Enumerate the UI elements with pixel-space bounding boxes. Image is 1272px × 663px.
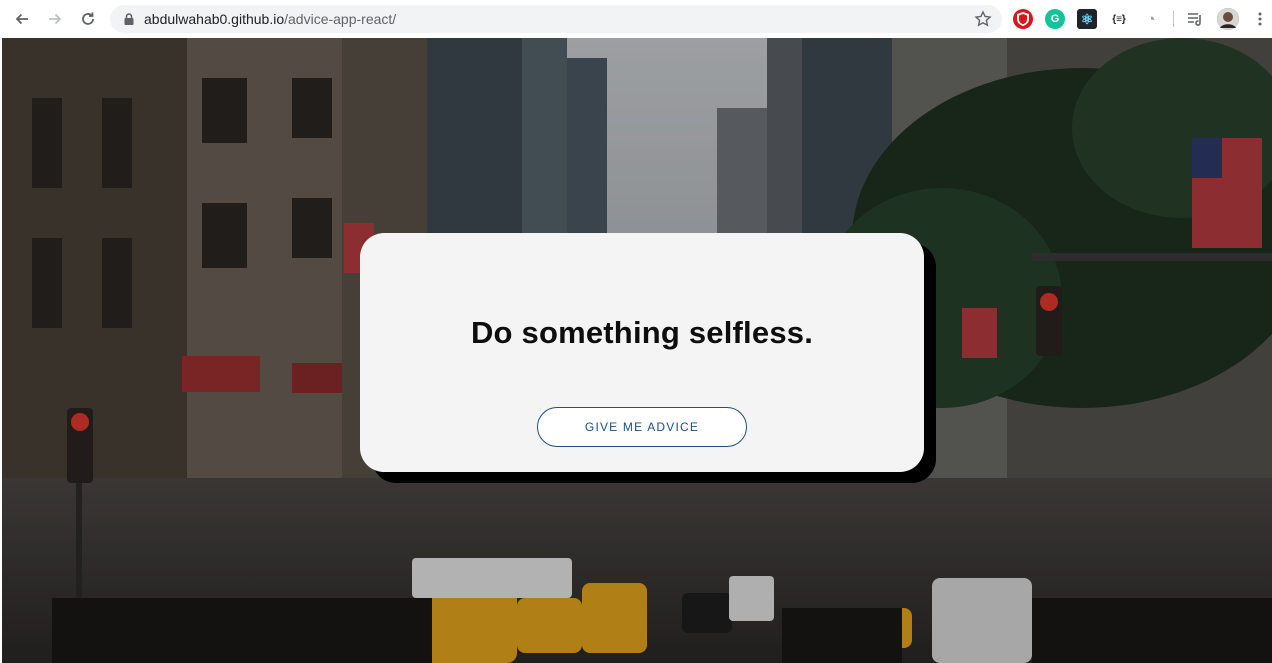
- url-domain: abdulwahab0.github.io: [144, 11, 285, 27]
- back-button[interactable]: [12, 9, 32, 29]
- profile-avatar[interactable]: [1217, 8, 1239, 30]
- grammarly-extension-icon[interactable]: G: [1045, 9, 1065, 29]
- give-me-advice-button[interactable]: GIVE ME ADVICE: [537, 407, 747, 447]
- browser-menu-button[interactable]: [1250, 9, 1270, 29]
- page-viewport: Do something selfless. GIVE ME ADVICE: [2, 38, 1272, 663]
- arrow-right-icon: [49, 13, 62, 25]
- arrow-left-icon: [15, 13, 28, 25]
- bookmark-star-icon[interactable]: [974, 10, 992, 28]
- reload-button[interactable]: [78, 9, 98, 29]
- advice-card: Do something selfless. GIVE ME ADVICE: [360, 233, 924, 472]
- lock-icon: [124, 13, 134, 25]
- toolbar-divider: [1173, 11, 1174, 27]
- advice-text: Do something selfless.: [470, 315, 814, 350]
- react-devtools-extension-icon[interactable]: ⚛: [1077, 9, 1097, 29]
- forward-button[interactable]: [45, 9, 65, 29]
- kebab-menu-icon: [1258, 12, 1262, 26]
- ublock-extension-icon[interactable]: [1013, 9, 1033, 29]
- reload-icon: [82, 12, 94, 25]
- reading-list-button[interactable]: [1185, 9, 1205, 29]
- reading-list-icon: [1188, 13, 1201, 26]
- other-extension-icon[interactable]: ◔: [1141, 9, 1161, 29]
- url-text: abdulwahab0.github.io/advice-app-react/: [144, 11, 396, 27]
- address-bar[interactable]: abdulwahab0.github.io/advice-app-react/: [110, 5, 1002, 33]
- url-path: /advice-app-react/: [284, 11, 397, 27]
- browser-toolbar: abdulwahab0.github.io/advice-app-react/ …: [0, 0, 1272, 38]
- json-viewer-extension-icon[interactable]: {≡}: [1109, 9, 1129, 29]
